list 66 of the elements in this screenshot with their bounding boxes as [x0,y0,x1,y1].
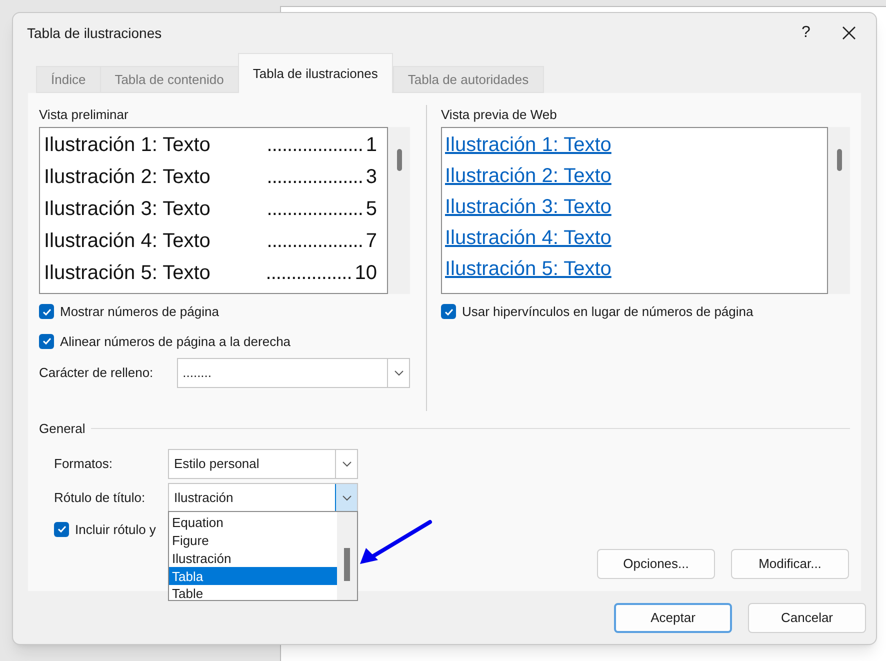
scrollbar[interactable] [337,512,357,600]
page-number: 1 [364,133,377,158]
chevron-down-icon [342,494,352,500]
window-title: Tabla de ilustraciones [27,24,163,42]
help-button[interactable]: ? [786,21,826,45]
hyperlink[interactable]: Ilustración 1: Texto [445,130,612,160]
leader-dots: ................... [266,165,363,190]
close-icon [842,26,856,40]
dropdown-field[interactable]: Ilustración [168,482,358,512]
leader-dots: ................... [266,133,363,158]
leader-dots: ................... [266,229,363,254]
list-item[interactable]: Figure [169,532,337,550]
hyperlink[interactable]: Ilustración 4: Texto [445,222,612,252]
leader-dots: ................. [264,261,352,286]
checkbox-label: Usar hipervínculos en lugar de números de página [462,303,754,321]
section-label: Vista preliminar [39,106,130,124]
section-label: Vista previa de Web [441,106,558,124]
scrollbar-thumb[interactable] [344,548,350,581]
scrollbar[interactable] [828,127,850,294]
dialog-button[interactable]: Opciones... [597,549,715,579]
dialog-button[interactable]: Cancelar [748,603,866,633]
entry-text: Ilustración 3: Texto [44,197,210,222]
tab[interactable]: Tabla de autoridades [392,66,544,93]
entry-text: Ilustración 2: Texto [44,165,210,190]
tab[interactable]: Tabla de contenido [100,66,239,93]
page-number: 7 [364,229,377,254]
checkbox[interactable] [441,304,456,320]
hyperlink[interactable]: Ilustración 2: Texto [445,160,612,190]
tab[interactable]: Índice [36,66,101,93]
checkbox-label: Mostrar números de página [60,303,219,321]
scrollbar[interactable] [388,127,410,294]
checkbox-label: Alinear números de página a la derecha [60,332,291,351]
tab[interactable]: Tabla de ilustraciones [238,53,393,93]
scrollbar-thumb[interactable] [397,149,402,171]
scrollbar-thumb[interactable] [837,149,842,171]
field-label: Rótulo de título: [54,488,146,507]
dialog-button[interactable]: Modificar... [731,549,849,579]
checkbox[interactable] [39,304,54,320]
checkbox[interactable] [54,522,69,537]
checkbox[interactable] [39,334,54,349]
dialog-button[interactable]: Aceptar [614,603,732,633]
hyperlink[interactable]: Ilustración 5: Texto [445,254,612,284]
checkbox-label: Incluir rótulo y [75,520,156,539]
chevron-down-icon [342,460,352,466]
page-number: 10 [354,261,377,286]
list-item[interactable]: Tabla [169,567,337,586]
list-item[interactable]: Equation [169,514,337,532]
list-item[interactable]: Table [169,585,337,603]
checkmark-icon [42,336,52,346]
entry-text: Ilustración 1: Texto [44,133,210,158]
field-label: Formatos: [54,454,114,473]
leader-dots: ................... [266,197,363,222]
page-number: 3 [364,165,377,190]
entry-text: Ilustración 4: Texto [44,229,210,254]
checkmark-icon [56,524,66,534]
checkmark-icon [444,306,454,317]
dropdown-field[interactable]: Estilo personal [168,448,358,478]
page-number: 5 [364,197,377,222]
checkmark-icon [42,306,52,317]
entry-text: Ilustración 5: Texto [44,261,210,286]
field-label: Carácter de relleno: [39,364,154,382]
list-item[interactable]: Ilustración [169,550,337,568]
dropdown-field[interactable]: ........ [176,358,410,388]
chevron-down-icon [394,370,404,376]
hyperlink[interactable]: Ilustración 3: Texto [445,192,612,222]
group-label: General [39,420,86,438]
